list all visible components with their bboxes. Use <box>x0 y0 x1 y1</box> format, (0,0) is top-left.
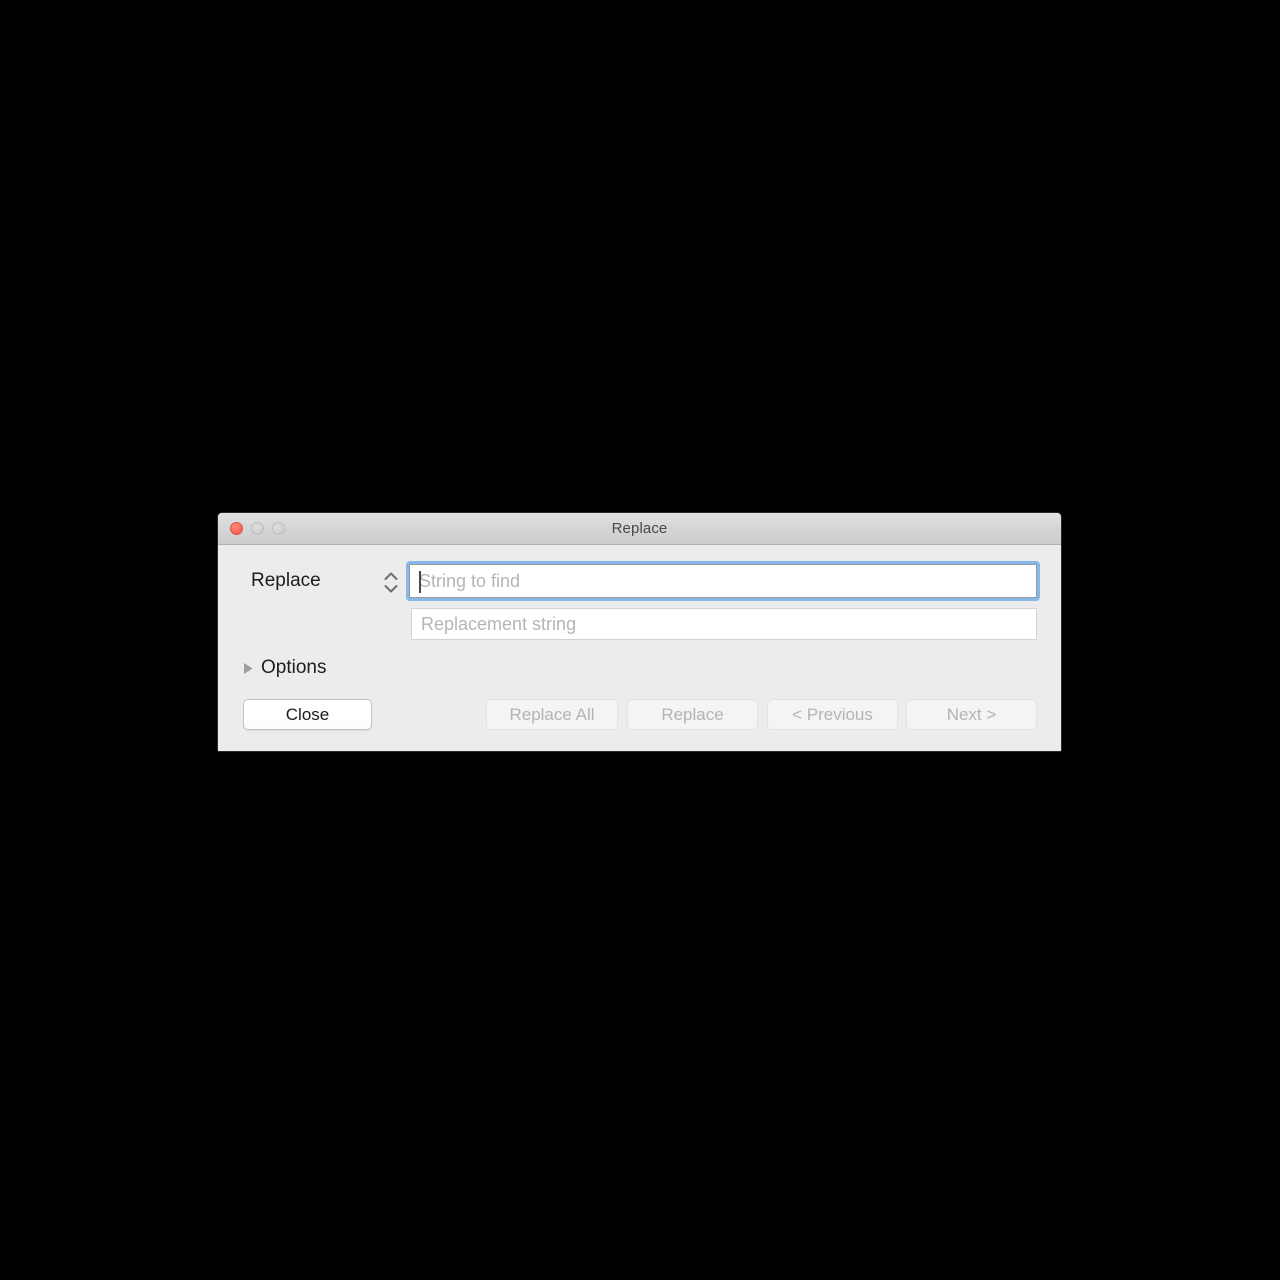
previous-match-button[interactable]: < Previous <box>767 699 898 730</box>
search-mode-label: Replace <box>251 570 321 591</box>
chevron-down-icon <box>384 584 398 592</box>
options-label: Options <box>261 657 327 678</box>
window-title: Replace <box>611 520 668 537</box>
find-input[interactable] <box>409 564 1037 598</box>
window-titlebar[interactable]: Replace <box>218 513 1061 545</box>
disclosure-triangle-right-icon <box>244 662 253 674</box>
close-button[interactable]: Close <box>243 699 372 730</box>
next-match-button[interactable]: Next > <box>906 699 1037 730</box>
chevron-up-icon <box>384 572 398 580</box>
options-disclosure[interactable]: Options <box>243 657 326 679</box>
replace-button[interactable]: Replace <box>627 699 758 730</box>
replace-all-button[interactable]: Replace All <box>486 699 618 730</box>
replacement-input[interactable] <box>411 608 1037 640</box>
find-field-focus-ring <box>406 561 1040 601</box>
search-mode-stepper[interactable] <box>382 568 400 596</box>
